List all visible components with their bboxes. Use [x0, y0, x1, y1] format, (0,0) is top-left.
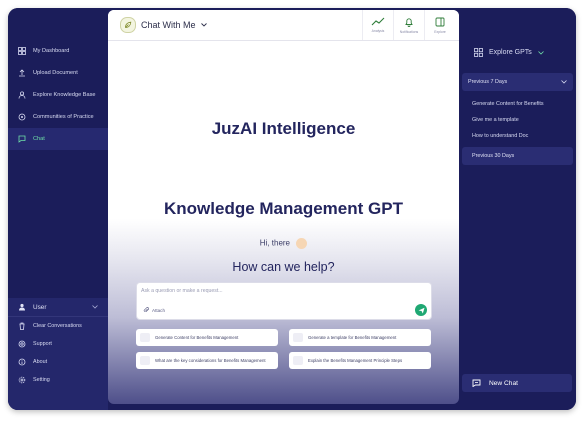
panel-icon: [435, 17, 445, 28]
send-icon: [418, 307, 425, 314]
explore-button[interactable]: Explore: [424, 10, 455, 40]
suggestion-card[interactable]: Explain the Benefits Management Principl…: [289, 352, 431, 369]
sidebar-item-label: Communities of Practice: [33, 114, 94, 120]
bell-icon: [404, 17, 414, 28]
explore-label: Explore: [434, 29, 446, 34]
menu-item-label: Clear Conversations: [33, 323, 82, 329]
suggestion-card[interactable]: Generate a template for Benefits Managem…: [289, 329, 431, 346]
sidebar-item-label: Explore Knowledge Base: [33, 92, 96, 98]
leaf-logo-icon: [120, 17, 136, 33]
community-icon: [18, 113, 26, 121]
sidebar-item-label: Chat: [33, 136, 45, 142]
nav-list: My Dashboard Upload Document Explore Kno…: [8, 40, 108, 150]
menu-item-label: About: [33, 359, 48, 365]
grid-icon: [18, 47, 26, 55]
chart-icon: [371, 17, 385, 27]
user-label: User: [33, 303, 47, 311]
menu-item-label: Setting: [33, 377, 50, 383]
question-input-placeholder: Ask a question or make a request...: [141, 288, 223, 294]
previous-7-days-label: Previous 7 Days: [468, 79, 508, 85]
suggestion-text: What are the key considerations for Bene…: [155, 358, 266, 363]
paperclip-icon: [143, 307, 149, 313]
suggestion-icon: [293, 333, 303, 342]
greeting: Hi, there: [108, 238, 459, 249]
explore-gpts-label: Explore GPTs: [489, 49, 532, 56]
topbar-actions: Analysis Notifications Explore: [362, 10, 455, 40]
chat-icon: [18, 135, 26, 143]
chat-title: Chat With Me: [141, 20, 196, 30]
gear-icon: [18, 376, 26, 384]
suggestion-text: Explain the Benefits Management Principl…: [308, 358, 403, 363]
right-panel: Explore GPTs Previous 7 Days Generate Co…: [459, 8, 576, 410]
upload-icon: [18, 69, 26, 77]
menu-item-clear-conversations[interactable]: Clear Conversations: [8, 317, 108, 335]
analysis-label: Analysis: [371, 29, 385, 33]
chevron-down-icon: [561, 80, 567, 84]
send-button[interactable]: [415, 304, 427, 316]
sidebar-item-chat[interactable]: Chat: [8, 128, 108, 150]
gpt-heading: Knowledge Management GPT: [164, 199, 403, 218]
suggestion-text: Generate Content for Benefits Management: [155, 335, 239, 340]
previous-30-days-label: Previous 30 Days: [472, 153, 515, 159]
chevron-down-icon: [92, 304, 98, 311]
notifications-button[interactable]: Notifications: [393, 10, 424, 40]
sidebar-item-dashboard[interactable]: My Dashboard: [8, 40, 108, 62]
explore-gpts-button[interactable]: Explore GPTs: [474, 48, 544, 57]
sidebar-item-label: My Dashboard: [33, 48, 70, 54]
user-toggle[interactable]: User: [8, 298, 108, 317]
history-item[interactable]: How to understand Doc: [472, 133, 528, 139]
attach-button[interactable]: Attach: [143, 306, 165, 314]
greeting-text: Hi, there: [259, 238, 290, 248]
question-input-box[interactable]: Ask a question or make a request... Atta…: [136, 282, 432, 320]
notifications-label: Notifications: [399, 29, 419, 34]
previous-7-days-toggle[interactable]: Previous 7 Days: [462, 73, 573, 91]
sidebar-item-knowledge-base[interactable]: Explore Knowledge Base: [8, 84, 108, 106]
previous-30-days-toggle[interactable]: Previous 30 Days: [462, 147, 573, 165]
menu-item-label: Support: [33, 341, 52, 347]
suggestion-icon: [293, 356, 303, 365]
chat-icon: [472, 379, 481, 387]
support-icon: [18, 340, 26, 348]
menu-item-about[interactable]: About: [8, 353, 108, 371]
sidebar-item-upload[interactable]: Upload Document: [8, 62, 108, 84]
chevron-down-icon[interactable]: [200, 23, 207, 27]
brand-heading: JuzAI Intelligence: [211, 119, 356, 138]
chevron-down-icon: [538, 50, 544, 55]
help-prompt: How can we help?: [232, 260, 335, 274]
user-menu: User Clear Conversations Support About S…: [8, 298, 108, 410]
suggestion-text: Generate a template for Benefits Managem…: [308, 335, 397, 340]
app-window: My Dashboard Upload Document Explore Kno…: [8, 8, 576, 410]
menu-item-setting[interactable]: Setting: [8, 371, 108, 389]
left-sidebar: My Dashboard Upload Document Explore Kno…: [8, 8, 108, 410]
analysis-button[interactable]: Analysis: [362, 10, 393, 40]
new-chat-button[interactable]: New Chat: [462, 374, 572, 392]
trash-icon: [18, 322, 26, 330]
suggestion-icon: [140, 356, 150, 365]
history-item[interactable]: Give me a template: [472, 117, 519, 123]
chat-panel: Chat With Me Analysis Notifications Expl…: [108, 10, 459, 404]
user-icon: [18, 303, 26, 311]
chat-topbar: Chat With Me Analysis Notifications Expl…: [108, 10, 459, 41]
wave-hand-icon: [296, 238, 308, 249]
sidebar-item-label: Upload Document: [33, 70, 78, 76]
attach-label: Attach: [152, 307, 166, 313]
grid-icon: [474, 48, 483, 57]
info-icon: [18, 358, 26, 366]
sidebar-item-communities[interactable]: Communities of Practice: [8, 106, 108, 128]
suggestion-icon: [140, 333, 150, 342]
menu-item-support[interactable]: Support: [8, 335, 108, 353]
history-item[interactable]: Generate Content for Benefits: [472, 101, 544, 107]
person-icon: [18, 91, 26, 99]
suggestion-card[interactable]: What are the key considerations for Bene…: [136, 352, 278, 369]
new-chat-label: New Chat: [489, 379, 518, 387]
suggestion-card[interactable]: Generate Content for Benefits Management: [136, 329, 278, 346]
